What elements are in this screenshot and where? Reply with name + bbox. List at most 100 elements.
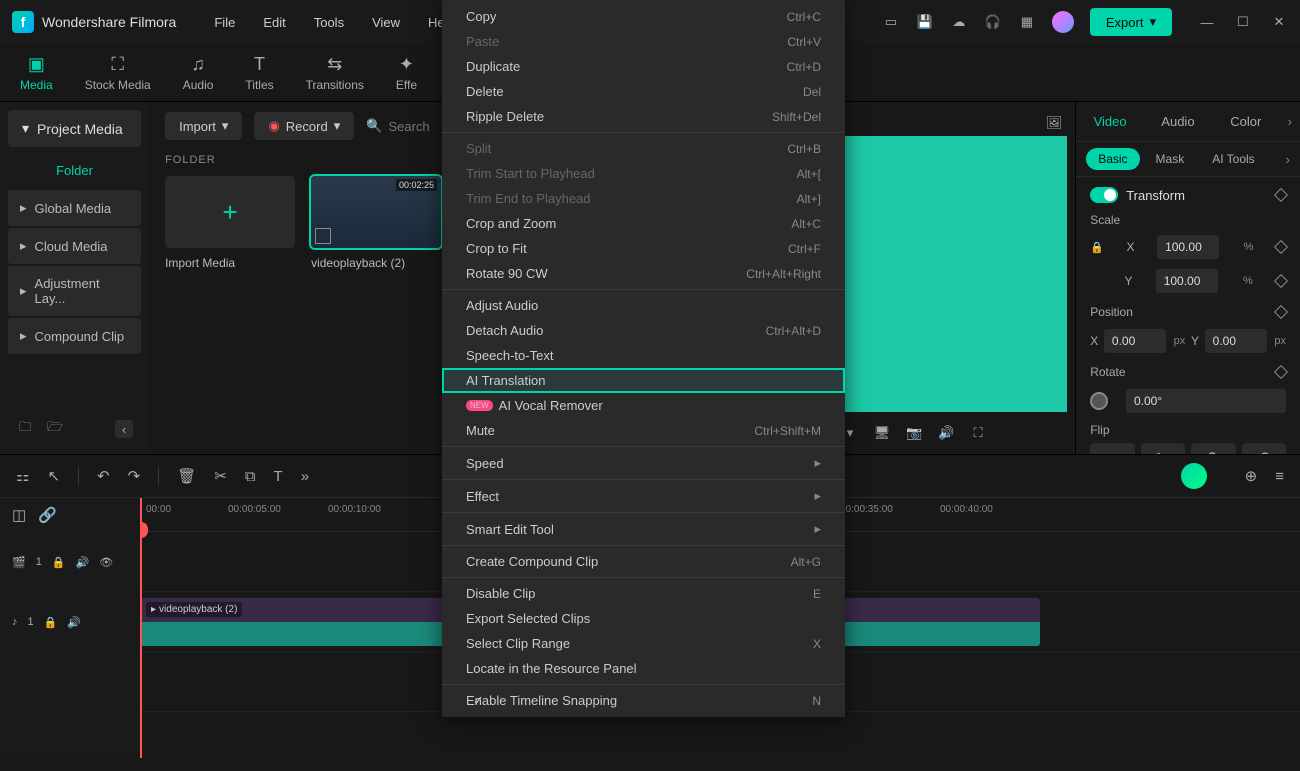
cloud-icon[interactable]: ☁ — [950, 13, 968, 31]
ctx-export-selected-clips[interactable]: Export Selected Clips — [442, 606, 845, 631]
ctx-enable-timeline-snapping[interactable]: ✓Enable Timeline SnappingN — [442, 688, 845, 713]
tab-media[interactable]: ▣Media — [20, 54, 53, 92]
chevron-right-icon[interactable]: › — [1286, 152, 1290, 167]
transform-toggle[interactable] — [1090, 187, 1118, 203]
rotate-input[interactable] — [1126, 389, 1286, 413]
sidebar-item-compound[interactable]: ▸Compound Clip — [8, 318, 141, 354]
keyframe-icon[interactable] — [1274, 305, 1288, 319]
display-icon[interactable]: 🖥 — [873, 424, 891, 442]
desktop-icon[interactable]: ▭ — [882, 13, 900, 31]
rotate-knob[interactable] — [1090, 392, 1108, 410]
save-icon[interactable]: 💾 — [916, 13, 934, 31]
user-avatar[interactable] — [1052, 11, 1074, 33]
lock-icon[interactable]: 🔒 — [52, 556, 66, 569]
ctx-create-compound-clip[interactable]: Create Compound ClipAlt+G — [442, 549, 845, 574]
ai-badge-icon[interactable] — [1181, 463, 1207, 489]
undo-icon[interactable]: ↶ — [97, 467, 110, 485]
visibility-icon[interactable]: 👁 — [99, 556, 113, 569]
headphones-icon[interactable]: 🎧 — [984, 13, 1002, 31]
redo-icon[interactable]: ↷ — [128, 467, 141, 485]
menu-tools[interactable]: Tools — [314, 15, 344, 30]
keyframe-icon[interactable] — [1274, 188, 1288, 202]
ctx-adjust-audio[interactable]: Adjust Audio — [442, 293, 845, 318]
close-icon[interactable]: ✕ — [1270, 13, 1288, 31]
sidebar-item-global[interactable]: ▸Global Media — [8, 190, 141, 226]
record-button[interactable]: ◉Record▾ — [254, 112, 354, 140]
subtab-ai-tools[interactable]: AI Tools — [1200, 148, 1266, 170]
ctx-mute[interactable]: MuteCtrl+Shift+M — [442, 418, 845, 443]
ctx-detach-audio[interactable]: Detach AudioCtrl+Alt+D — [442, 318, 845, 343]
ctx-disable-clip[interactable]: Disable ClipE — [442, 581, 845, 606]
rotate-ccw-button[interactable]: ⟲ — [1242, 443, 1286, 454]
ctx-smart-edit-tool[interactable]: Smart Edit Tool▸ — [442, 516, 845, 542]
folder-add-icon[interactable]: 🗁 — [46, 420, 64, 438]
snapshot-icon[interactable]: 📷 — [905, 424, 923, 442]
cursor-icon[interactable]: ↖ — [47, 467, 60, 485]
cut-icon[interactable]: ✂ — [214, 467, 227, 485]
chevron-right-icon[interactable]: › — [1280, 102, 1300, 141]
fullscreen-icon[interactable]: ⛶ — [969, 424, 987, 442]
ctx-speed[interactable]: Speed▸ — [442, 450, 845, 476]
crop-icon[interactable]: ⧉ — [245, 468, 256, 485]
lock-icon[interactable]: 🔒 — [1090, 241, 1104, 254]
keyframe-icon[interactable] — [1274, 365, 1288, 379]
ctx-duplicate[interactable]: DuplicateCtrl+D — [442, 54, 845, 79]
import-button[interactable]: Import▾ — [165, 112, 242, 140]
media-clip-card[interactable]: 00:02:25 videoplayback (2) — [311, 176, 441, 270]
marker-add-icon[interactable]: ⊕ — [1245, 467, 1258, 485]
zoom-icon[interactable]: ≡ — [1275, 468, 1284, 485]
collapse-icon[interactable]: ‹ — [115, 420, 133, 438]
inspector-tab-color[interactable]: Color — [1212, 102, 1280, 141]
playhead[interactable] — [140, 498, 142, 758]
options-icon[interactable]: ⚏ — [16, 467, 29, 485]
ctx-ripple-delete[interactable]: Ripple DeleteShift+Del — [442, 104, 845, 129]
pos-y-input[interactable] — [1205, 329, 1267, 353]
tab-titles[interactable]: TTitles — [245, 54, 273, 92]
ctx-delete[interactable]: DeleteDel — [442, 79, 845, 104]
text-icon[interactable]: T — [274, 468, 283, 485]
link-icon[interactable]: 🔗 — [38, 506, 57, 524]
keyframe-icon[interactable] — [1274, 240, 1288, 254]
flip-v-button[interactable]: ▶ — [1141, 443, 1185, 454]
ctx-effect[interactable]: Effect▸ — [442, 483, 845, 509]
grid-icon[interactable]: ▦ — [1018, 13, 1036, 31]
scale-y-input[interactable] — [1156, 269, 1218, 293]
project-media-header[interactable]: ▾Project Media — [8, 110, 141, 147]
minimize-icon[interactable]: — — [1198, 13, 1216, 31]
subtab-mask[interactable]: Mask — [1144, 148, 1197, 170]
import-media-card[interactable]: + Import Media — [165, 176, 295, 270]
menu-edit[interactable]: Edit — [263, 15, 285, 30]
mute-icon[interactable]: 🔊 — [76, 556, 90, 569]
delete-icon[interactable]: 🗑 — [177, 467, 196, 485]
export-button[interactable]: Export▾ — [1090, 8, 1172, 36]
tab-stock-media[interactable]: ⛶Stock Media — [85, 54, 151, 92]
mute-icon[interactable]: 🔊 — [67, 616, 81, 629]
ctx-ai-translation[interactable]: AI Translation — [442, 368, 845, 393]
ctx-copy[interactable]: CopyCtrl+C — [442, 4, 845, 29]
tab-transitions[interactable]: ⇆Transitions — [306, 54, 364, 92]
tab-effects[interactable]: ✦Effe — [396, 54, 417, 92]
menu-view[interactable]: View — [372, 15, 400, 30]
more-icon[interactable]: » — [301, 468, 309, 485]
ctx-crop-to-fit[interactable]: Crop to FitCtrl+F — [442, 236, 845, 261]
volume-icon[interactable]: 🔊 — [937, 424, 955, 442]
track-layout-icon[interactable]: ◫ — [12, 506, 26, 524]
scale-x-input[interactable] — [1157, 235, 1219, 259]
folder-icon[interactable]: 🗀 — [16, 420, 34, 438]
pos-x-input[interactable] — [1104, 329, 1166, 353]
rotate-cw-button[interactable]: ⟳ — [1191, 443, 1235, 454]
ctx-speech-to-text[interactable]: Speech-to-Text — [442, 343, 845, 368]
sidebar-item-cloud[interactable]: ▸Cloud Media — [8, 228, 141, 264]
image-icon[interactable]: 🖼 — [1045, 114, 1063, 132]
audio-track-header[interactable]: ♪1🔒🔊 — [0, 592, 140, 652]
tab-audio[interactable]: ♫Audio — [183, 54, 214, 92]
inspector-tab-audio[interactable]: Audio — [1144, 102, 1212, 141]
ctx-crop-and-zoom[interactable]: Crop and ZoomAlt+C — [442, 211, 845, 236]
ctx-rotate-90-cw[interactable]: Rotate 90 CWCtrl+Alt+Right — [442, 261, 845, 286]
lock-icon[interactable]: 🔒 — [44, 616, 58, 629]
subtab-basic[interactable]: Basic — [1086, 148, 1139, 170]
ctx-ai-vocal-remover[interactable]: NEWAI Vocal Remover — [442, 393, 845, 418]
maximize-icon[interactable]: ☐ — [1234, 13, 1252, 31]
ctx-locate-in-the-resource-panel[interactable]: Locate in the Resource Panel — [442, 656, 845, 681]
ctx-select-clip-range[interactable]: Select Clip RangeX — [442, 631, 845, 656]
